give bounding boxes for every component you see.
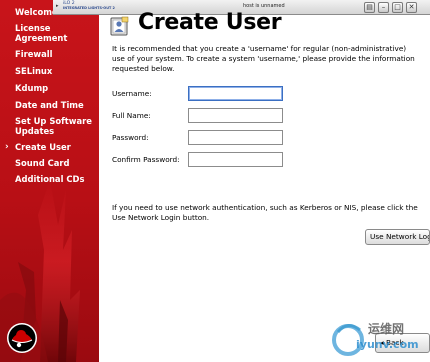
full-name-label: Full Name: (112, 111, 151, 120)
username-label: Username: (112, 89, 152, 98)
page-title: Create User (138, 10, 282, 35)
redhat-logo-icon (7, 323, 37, 353)
window-close-icon[interactable]: ✕ (406, 2, 417, 13)
sidebar-item-additional-cds[interactable]: Additional CDs (0, 174, 99, 184)
ilo-brand: iLO 2 INTEGRATED LIGHTS-OUT 2 (63, 1, 115, 11)
sidebar-item-license-agreement[interactable]: License Agreement (0, 23, 99, 43)
user-account-icon (110, 16, 129, 36)
confirm-password-label: Confirm Password: (112, 155, 180, 164)
window-menu-icon[interactable]: ▤ (364, 2, 375, 13)
sidebar-item-create-user[interactable]: Create User (0, 142, 99, 152)
sidebar-item-firewall[interactable]: Firewall (0, 49, 99, 59)
sidebar-item-sound-card[interactable]: Sound Card (0, 158, 99, 168)
username-field[interactable] (188, 86, 283, 101)
sidebar-item-selinux[interactable]: SELinux (0, 66, 99, 76)
sidebar-item-kdump[interactable]: Kdump (0, 83, 99, 93)
confirm-password-field[interactable] (188, 152, 283, 167)
window-title: host is unnamed (243, 3, 285, 9)
intro-text: It is recommended that you create a 'use… (112, 44, 415, 73)
network-login-note: If you need to use network authenticatio… (112, 203, 418, 222)
window-minimize-icon[interactable]: – (378, 2, 389, 13)
password-label: Password: (112, 133, 149, 142)
password-field[interactable] (188, 130, 283, 145)
sidebar-item-date-and-time[interactable]: Date and Time (0, 100, 99, 110)
watermark-url: iyunv.com (356, 338, 419, 351)
window-maximize-icon[interactable]: □ (392, 2, 403, 13)
watermark-title: 运维网 (368, 322, 405, 336)
site-watermark: 运维网 iyunv.com (328, 318, 430, 362)
ilo-brand-tagline: INTEGRATED LIGHTS-OUT 2 (63, 6, 115, 10)
sidebar: Welcome License Agreement Firewall SELin… (0, 0, 99, 362)
toolbar-arrow-icon[interactable]: ▸ (56, 3, 59, 9)
use-network-login-button[interactable]: Use Network Login... (365, 229, 430, 245)
full-name-field[interactable] (188, 108, 283, 123)
sidebar-nav: Welcome License Agreement Firewall SELin… (0, 4, 99, 184)
sidebar-item-software-updates[interactable]: Set Up Software Updates (0, 116, 99, 136)
